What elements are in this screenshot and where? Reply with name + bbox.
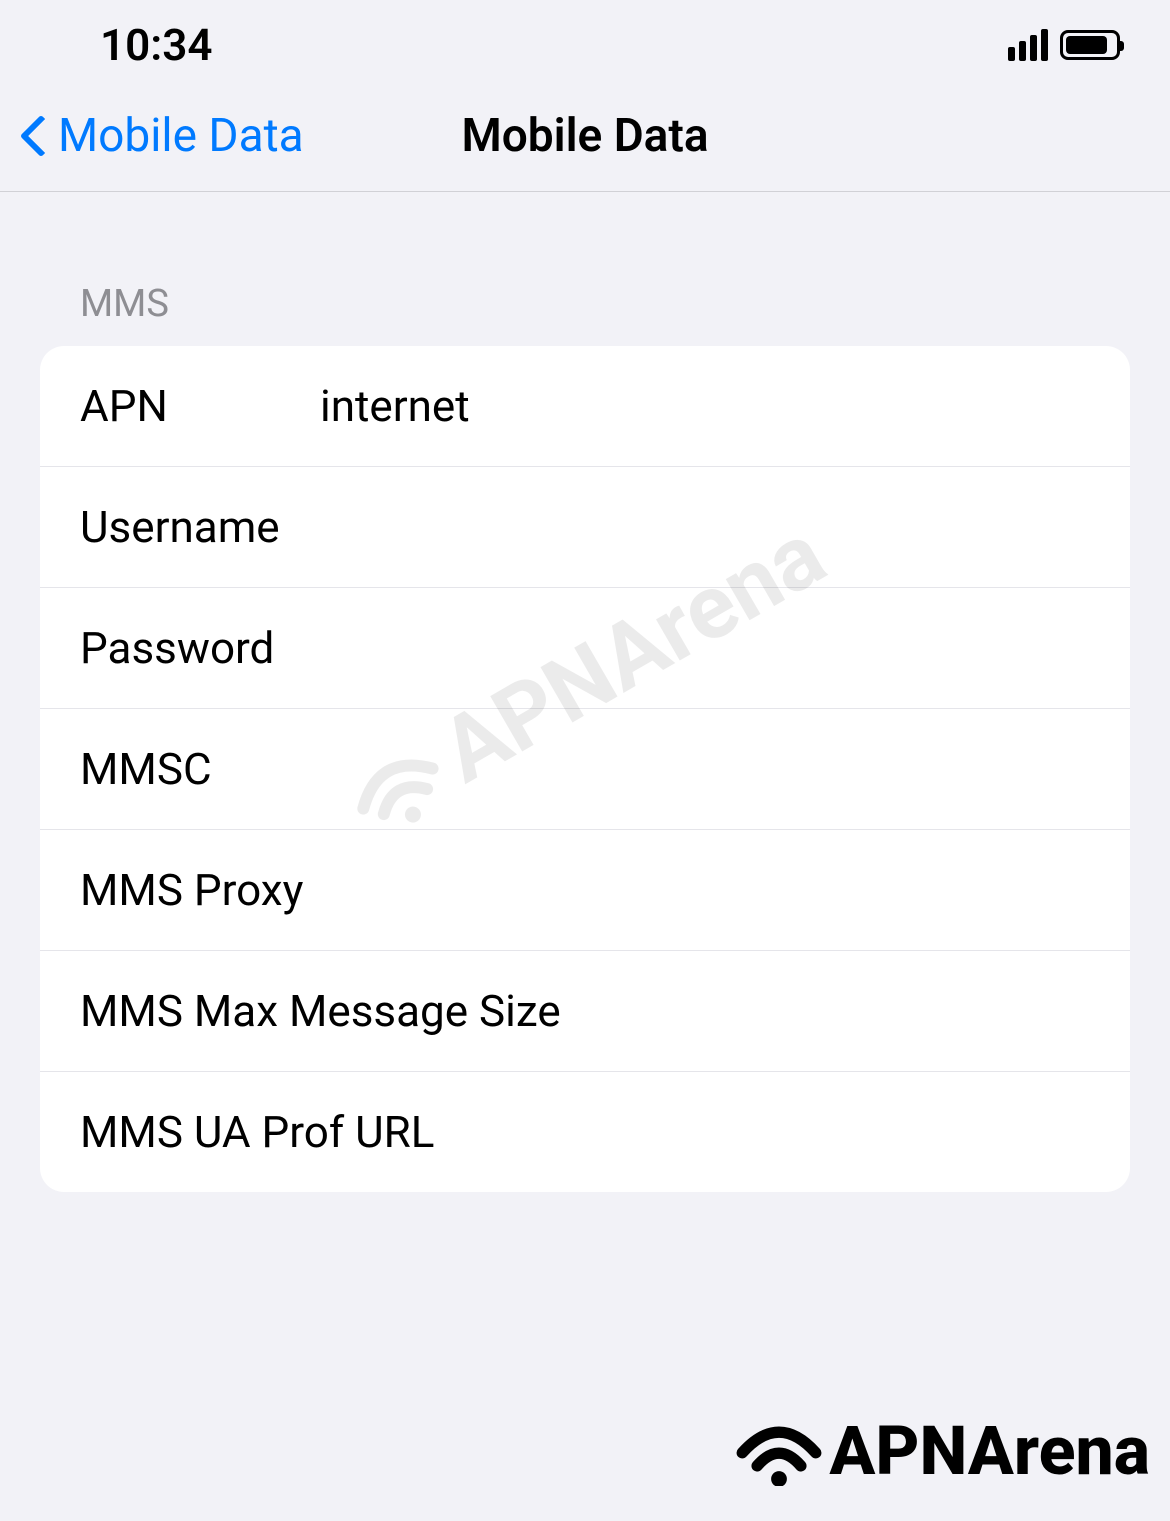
password-row[interactable]: Password [40,588,1130,709]
mms-max-message-size-label: MMS Max Message Size [80,985,585,1037]
status-bar: 10:34 [0,0,1170,80]
page-title: Mobile Data [461,109,708,163]
mms-ua-prof-url-row[interactable]: MMS UA Prof URL [40,1072,1130,1192]
mms-proxy-label: MMS Proxy [80,864,585,916]
apn-label: APN [80,380,320,432]
back-button-label: Mobile Data [58,109,304,163]
mmsc-row[interactable]: MMSC [40,709,1130,830]
cellular-signal-icon [1008,29,1048,61]
footer-brand: APNArena [734,1411,1150,1491]
mms-proxy-row[interactable]: MMS Proxy [40,830,1130,951]
username-label: Username [80,501,320,553]
status-icons [1008,29,1120,61]
chevron-left-icon [20,111,50,161]
mmsc-label: MMSC [80,743,320,795]
section-header-mms: MMS [0,192,1170,346]
navigation-bar: Mobile Data Mobile Data [0,80,1170,192]
status-time: 10:34 [100,19,213,71]
apn-value[interactable]: internet [320,380,1090,432]
mms-max-message-size-row[interactable]: MMS Max Message Size [40,951,1130,1072]
battery-icon [1060,30,1120,60]
mms-settings-group: APN internet Username Password MMSC MMS … [40,346,1130,1192]
username-row[interactable]: Username [40,467,1130,588]
wifi-icon [734,1416,824,1486]
password-label: Password [80,622,320,674]
back-button[interactable]: Mobile Data [20,109,304,163]
mms-ua-prof-url-label: MMS UA Prof URL [80,1106,585,1158]
apn-row[interactable]: APN internet [40,346,1130,467]
